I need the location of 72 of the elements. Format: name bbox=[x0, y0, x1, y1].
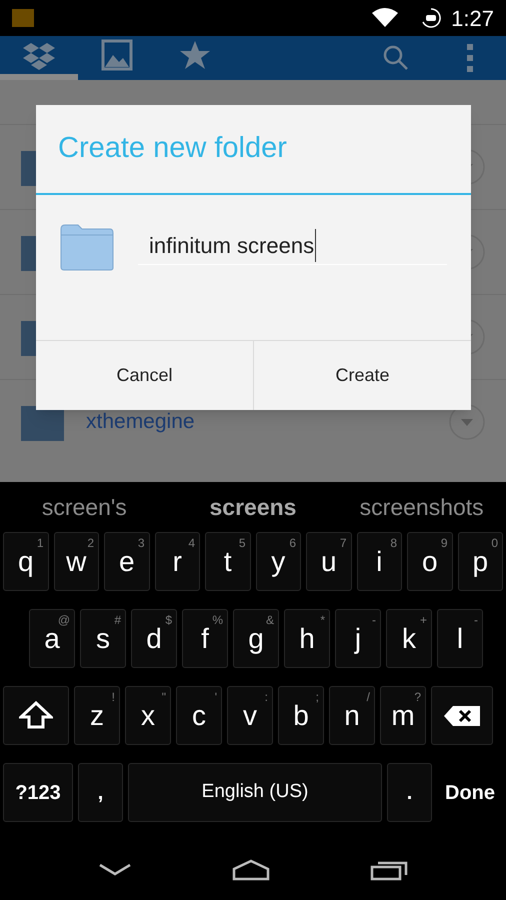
clock-text: 1:27 bbox=[451, 4, 494, 32]
folder-name-text: infinitum screens bbox=[149, 229, 316, 262]
key-hint: ; bbox=[316, 689, 319, 706]
notification-icon bbox=[12, 9, 34, 27]
key[interactable]: k + bbox=[386, 609, 432, 668]
key[interactable]: . bbox=[387, 763, 432, 822]
suggestion[interactable]: screen's bbox=[0, 490, 169, 524]
key-hint: 0 bbox=[491, 535, 498, 552]
folder-name-field[interactable]: infinitum screens bbox=[138, 227, 447, 265]
key[interactable]: s # bbox=[80, 609, 126, 668]
dropdown-icon[interactable] bbox=[448, 403, 486, 441]
key-hint: $ bbox=[165, 612, 172, 629]
key[interactable]: a @ bbox=[29, 609, 75, 668]
key[interactable]: b ; bbox=[278, 686, 324, 745]
key[interactable]: m ? bbox=[380, 686, 426, 745]
key[interactable]: f % bbox=[182, 609, 228, 668]
key-hint: 8 bbox=[390, 535, 397, 552]
key[interactable]: d $ bbox=[131, 609, 177, 668]
key-hint: : bbox=[264, 689, 268, 706]
key-hint: 2 bbox=[87, 535, 94, 552]
backspace-icon bbox=[443, 704, 481, 726]
key[interactable]: r 4 bbox=[154, 532, 200, 591]
key-hint: # bbox=[114, 612, 121, 629]
picture-icon bbox=[101, 39, 133, 71]
key-hint: 4 bbox=[188, 535, 195, 552]
key[interactable]: v : bbox=[227, 686, 273, 745]
key[interactable]: l - bbox=[437, 609, 483, 668]
key-hint: + bbox=[420, 612, 427, 629]
home-icon[interactable] bbox=[232, 859, 270, 881]
back-icon[interactable] bbox=[98, 862, 132, 878]
key-hint: 1 bbox=[36, 535, 44, 552]
key-hint: * bbox=[320, 612, 325, 629]
key-hint: 7 bbox=[340, 535, 346, 552]
key[interactable]: t 5 bbox=[205, 532, 250, 591]
key[interactable]: , bbox=[78, 763, 123, 822]
key-hint: - bbox=[474, 612, 478, 629]
key-hint: 3 bbox=[138, 535, 144, 552]
key[interactable]: x " bbox=[125, 686, 171, 745]
suggestion[interactable]: screens bbox=[168, 490, 338, 524]
suggestion[interactable]: screenshots bbox=[337, 490, 506, 524]
key-hint: & bbox=[266, 612, 274, 629]
key-hint: 9 bbox=[440, 535, 448, 552]
key-hint: ! bbox=[112, 689, 115, 706]
shift-icon bbox=[19, 700, 53, 730]
key-hint: 6 bbox=[289, 535, 296, 552]
dialog-title: Create new folder bbox=[58, 131, 287, 166]
space-bar[interactable]: English (US) bbox=[128, 763, 382, 822]
key-hint: / bbox=[366, 689, 370, 706]
recent-apps-icon[interactable] bbox=[370, 859, 408, 881]
overflow-menu-icon[interactable] bbox=[466, 44, 474, 72]
key[interactable]: n / bbox=[329, 686, 375, 745]
key-hint: ? bbox=[414, 689, 421, 706]
star-icon bbox=[179, 39, 211, 71]
create-button[interactable]: Create bbox=[253, 341, 471, 410]
key[interactable]: c ' bbox=[176, 686, 222, 745]
wifi-icon bbox=[371, 7, 400, 29]
key-hint: 5 bbox=[238, 535, 246, 552]
key-hint: @ bbox=[58, 612, 70, 629]
key-hint: % bbox=[212, 612, 223, 629]
delete-key[interactable] bbox=[431, 686, 493, 745]
key[interactable]: j - bbox=[335, 609, 381, 668]
search-icon[interactable] bbox=[382, 44, 410, 72]
key[interactable]: i 8 bbox=[356, 532, 402, 591]
key[interactable]: h * bbox=[284, 609, 330, 668]
key[interactable]: z ! bbox=[74, 686, 120, 745]
key-hint: " bbox=[162, 689, 166, 706]
key[interactable]: g & bbox=[233, 609, 279, 668]
key[interactable]: ?123 bbox=[3, 763, 73, 822]
key-hint: ' bbox=[214, 689, 217, 706]
key-hint: - bbox=[372, 612, 376, 629]
folder-icon bbox=[60, 223, 114, 271]
shift-key[interactable] bbox=[3, 686, 69, 745]
